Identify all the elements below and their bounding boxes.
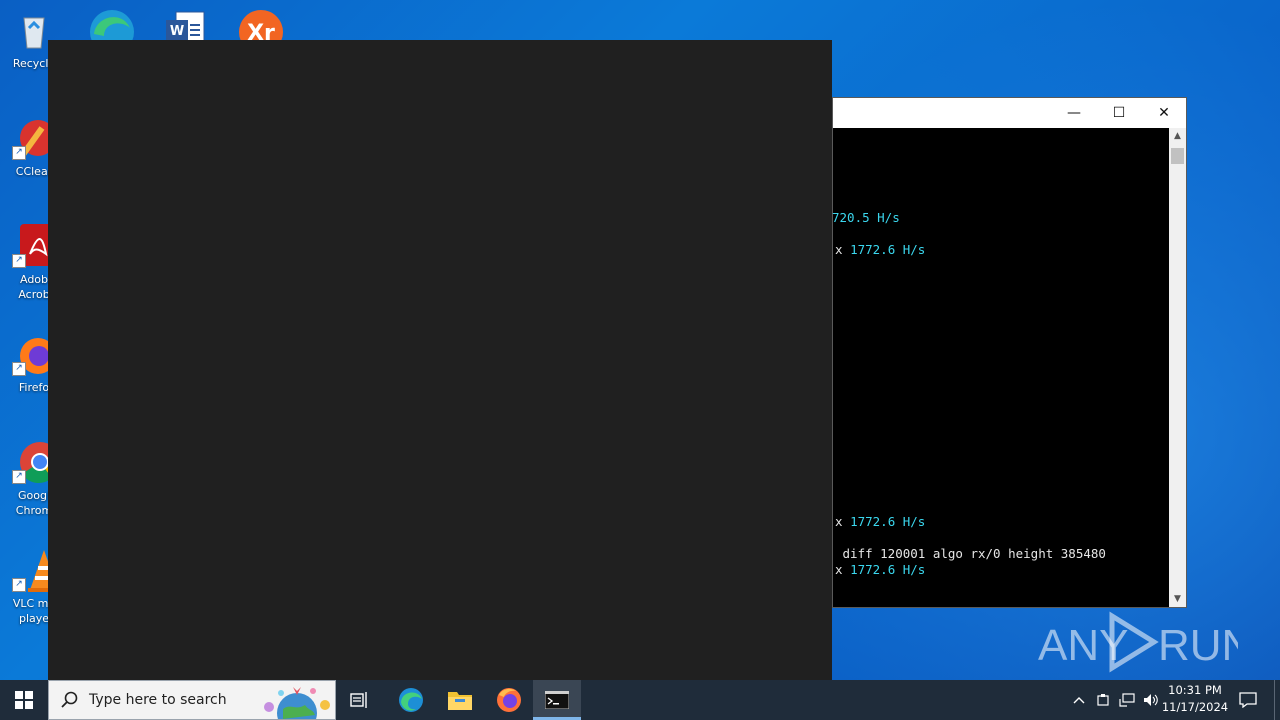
windows-logo-icon xyxy=(15,691,33,709)
show-desktop-button[interactable] xyxy=(1274,680,1280,720)
terminal-window[interactable]: — ☐ ✕ 720.5 H/s x 1772.6 H/s x 1772.6 H/… xyxy=(832,97,1187,608)
task-view-icon xyxy=(350,692,367,708)
tray-app-icon[interactable] xyxy=(1092,680,1114,720)
maximize-button[interactable]: ☐ xyxy=(1096,98,1142,128)
network-icon[interactable] xyxy=(1116,680,1138,720)
watermark-text-left: ANY xyxy=(1038,621,1128,670)
taskbar-file-explorer-button[interactable] xyxy=(436,680,484,720)
start-button[interactable] xyxy=(0,680,48,720)
close-button[interactable]: ✕ xyxy=(1141,98,1187,128)
action-center-icon xyxy=(1239,692,1257,708)
shortcut-arrow-icon: ↗ xyxy=(12,146,26,160)
terminal-line: diff 120001 algo rx/0 height 385480 xyxy=(835,546,1106,561)
terminal-line: x 1772.6 H/s xyxy=(835,562,926,577)
svg-text:W: W xyxy=(170,24,184,39)
watermark-text-right: RUN xyxy=(1158,621,1238,670)
edge-icon xyxy=(399,688,423,712)
taskbar-edge-button[interactable] xyxy=(387,680,435,720)
taskbar-search-box[interactable]: Type here to search xyxy=(48,680,336,720)
taskbar-firefox-button[interactable] xyxy=(485,680,533,720)
clock-date: 11/17/2024 xyxy=(1161,700,1229,714)
scroll-down-arrow-icon[interactable]: ▼ xyxy=(1169,591,1186,607)
search-placeholder: Type here to search xyxy=(89,692,227,708)
shortcut-arrow-icon: ↗ xyxy=(12,470,26,484)
clock-time: 10:31 PM xyxy=(1168,683,1222,697)
task-view-button[interactable] xyxy=(336,680,384,720)
taskbar-clock[interactable]: 10:31 PM 11/17/2024 xyxy=(1160,682,1230,716)
terminal-output: 720.5 H/s x 1772.6 H/s x 1772.6 H/s diff… xyxy=(832,128,1169,607)
scrollbar-thumb[interactable] xyxy=(1171,148,1184,164)
volume-icon[interactable] xyxy=(1140,680,1162,720)
folder-icon xyxy=(448,692,472,710)
terminal-title-bar[interactable]: — ☐ ✕ xyxy=(833,98,1186,128)
terminal-line: x 1772.6 H/s xyxy=(835,514,926,529)
anyrun-watermark: ANY RUN xyxy=(1038,610,1253,674)
taskbar-cmd-button[interactable] xyxy=(533,680,581,720)
shortcut-arrow-icon: ↗ xyxy=(12,362,26,376)
search-highlight-globe-icon xyxy=(264,687,330,719)
terminal-line: x 1772.6 H/s xyxy=(835,242,926,257)
shortcut-arrow-icon: ↗ xyxy=(12,578,26,592)
terminal-scrollbar[interactable]: ▲ ▼ xyxy=(1169,128,1186,607)
command-prompt-icon xyxy=(545,691,569,709)
notifications-button[interactable] xyxy=(1232,680,1264,720)
firefox-icon xyxy=(497,688,521,712)
show-hidden-icons-chevron-icon[interactable] xyxy=(1068,680,1090,720)
shortcut-arrow-icon: ↗ xyxy=(12,254,26,268)
scroll-up-arrow-icon[interactable]: ▲ xyxy=(1169,128,1186,144)
minimize-button[interactable]: — xyxy=(1051,98,1097,128)
dark-application-window[interactable] xyxy=(48,40,832,680)
search-icon xyxy=(61,691,78,708)
terminal-line: 720.5 H/s xyxy=(832,210,900,225)
